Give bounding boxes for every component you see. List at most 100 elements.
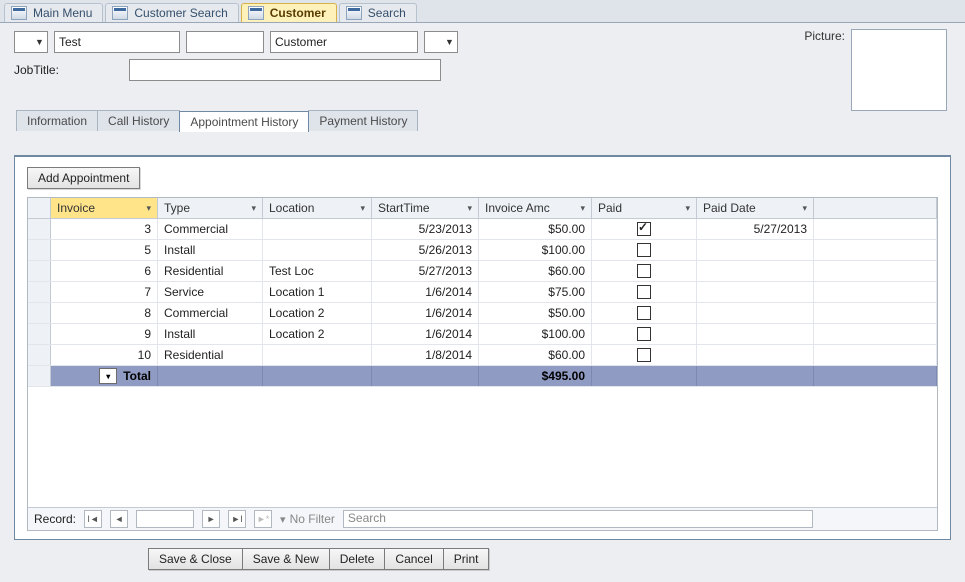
table-row[interactable]: 8CommercialLocation 21/6/2014$50.00 [28,303,937,324]
cell-type[interactable]: Service [158,282,263,302]
cell-location[interactable]: Location 1 [263,282,372,302]
row-selector-header[interactable] [28,198,51,218]
checkbox-icon[interactable] [637,285,651,299]
table-row[interactable]: 5Install5/26/2013$100.00 [28,240,937,261]
nav-last-button[interactable]: ►I [228,510,246,528]
checkbox-icon[interactable] [637,348,651,362]
cell-invoice[interactable]: 7 [51,282,158,302]
cell-starttime[interactable]: 1/8/2014 [372,345,479,365]
cell-type[interactable]: Install [158,324,263,344]
nav-prev-button[interactable]: ◄ [110,510,128,528]
column-header-type[interactable]: Type▾ [158,198,263,218]
checkbox-icon[interactable] [637,243,651,257]
cell-invoice[interactable]: 9 [51,324,158,344]
record-number-box[interactable] [136,510,194,528]
checkbox-icon[interactable] [637,264,651,278]
table-row[interactable]: 3Commercial 5/23/2013$50.00 5/27/2013 [28,219,937,240]
column-header-location[interactable]: Location▾ [263,198,372,218]
save-close-button[interactable]: Save & Close [148,548,242,570]
cell-paid[interactable] [592,282,697,302]
cancel-button[interactable]: Cancel [384,548,442,570]
row-selector[interactable] [28,282,51,302]
cell-paid[interactable] [592,345,697,365]
filter-indicator[interactable]: ▾No Filter [280,512,335,526]
add-appointment-button[interactable]: Add Appointment [27,167,140,189]
cell-location[interactable]: Location 2 [263,303,372,323]
title-combo[interactable]: ▼ [14,31,48,53]
cell-amount[interactable]: $50.00 [479,219,592,239]
cell-location[interactable]: Location 2 [263,324,372,344]
cell-amount[interactable]: $60.00 [479,261,592,281]
cell-location[interactable] [263,345,372,365]
table-row[interactable]: 7ServiceLocation 11/6/2014$75.00 [28,282,937,303]
cell-amount[interactable]: $100.00 [479,324,592,344]
nav-first-button[interactable]: I◄ [84,510,102,528]
jobtitle-field[interactable] [129,59,441,81]
cell-paid-date[interactable] [697,240,814,260]
table-row[interactable]: 10Residential 1/8/2014$60.00 [28,345,937,366]
save-new-button[interactable]: Save & New [242,548,329,570]
doctab-customer-search[interactable]: Customer Search [105,3,238,22]
cell-type[interactable]: Commercial [158,303,263,323]
tab-payment-history[interactable]: Payment History [308,110,418,131]
cell-starttime[interactable]: 1/6/2014 [372,303,479,323]
cell-paid[interactable] [592,261,697,281]
cell-paid-date[interactable]: 5/27/2013 [697,219,814,239]
cell-invoice[interactable]: 8 [51,303,158,323]
cell-invoice[interactable]: 10 [51,345,158,365]
cell-paid-date[interactable] [697,261,814,281]
cell-type[interactable]: Residential [158,345,263,365]
cell-location[interactable] [263,219,372,239]
table-row[interactable]: 9InstallLocation 21/6/2014$100.00 [28,324,937,345]
checkbox-icon[interactable] [637,306,651,320]
row-selector[interactable] [28,219,51,239]
cell-location[interactable]: Test Loc [263,261,372,281]
cell-type[interactable]: Install [158,240,263,260]
tab-appointment-history[interactable]: Appointment History [179,111,309,132]
total-combo[interactable]: ▾ [99,368,117,384]
cell-paid[interactable] [592,240,697,260]
row-selector[interactable] [28,324,51,344]
checkbox-icon[interactable] [637,222,651,236]
cell-paid[interactable] [592,303,697,323]
nav-next-button[interactable]: ► [202,510,220,528]
cell-starttime[interactable]: 5/26/2013 [372,240,479,260]
cell-paid-date[interactable] [697,345,814,365]
tab-call-history[interactable]: Call History [97,110,180,131]
cell-starttime[interactable]: 1/6/2014 [372,282,479,302]
cell-paid-date[interactable] [697,303,814,323]
column-header-invoice-amc[interactable]: Invoice Amc▾ [479,198,592,218]
delete-button[interactable]: Delete [329,548,385,570]
tab-information[interactable]: Information [16,110,98,131]
first-name-field[interactable]: Test [54,31,180,53]
cell-paid-date[interactable] [697,324,814,344]
middle-name-field[interactable] [186,31,264,53]
doctab-search[interactable]: Search [339,3,417,22]
last-name-field[interactable]: Customer [270,31,418,53]
cell-amount[interactable]: $50.00 [479,303,592,323]
cell-type[interactable]: Commercial [158,219,263,239]
cell-invoice[interactable]: 6 [51,261,158,281]
print-button[interactable]: Print [443,548,490,570]
cell-invoice[interactable]: 3 [51,219,158,239]
cell-paid[interactable] [592,219,697,239]
cell-type[interactable]: Residential [158,261,263,281]
checkbox-icon[interactable] [637,327,651,341]
cell-location[interactable] [263,240,372,260]
row-selector[interactable] [28,303,51,323]
cell-amount[interactable]: $60.00 [479,345,592,365]
cell-paid-date[interactable] [697,282,814,302]
column-header-paid-date[interactable]: Paid Date▾ [697,198,814,218]
nav-new-button[interactable]: ►* [254,510,272,528]
cell-paid[interactable] [592,324,697,344]
suffix-combo[interactable]: ▼ [424,31,458,53]
doctab-main-menu[interactable]: Main Menu [4,3,103,22]
cell-starttime[interactable]: 5/23/2013 [372,219,479,239]
table-row[interactable]: 6ResidentialTest Loc5/27/2013$60.00 [28,261,937,282]
column-header-invoice[interactable]: Invoice▾ [51,198,158,218]
cell-amount[interactable]: $75.00 [479,282,592,302]
row-selector[interactable] [28,345,51,365]
column-header-paid[interactable]: Paid▾ [592,198,697,218]
cell-starttime[interactable]: 1/6/2014 [372,324,479,344]
cell-starttime[interactable]: 5/27/2013 [372,261,479,281]
